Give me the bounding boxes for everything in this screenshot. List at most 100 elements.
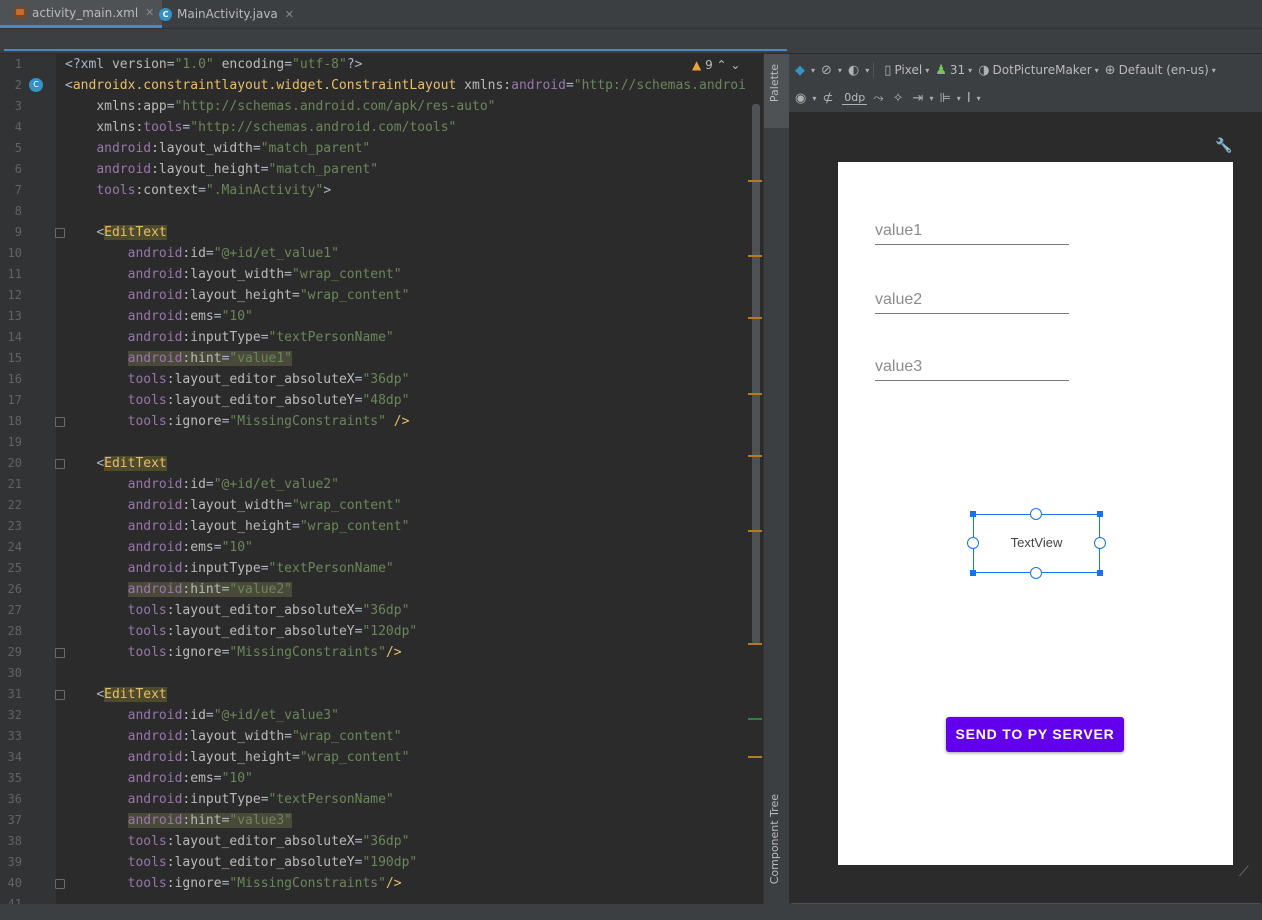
textview-selected[interactable]: TextView — [967, 508, 1106, 579]
code-line[interactable]: 12 android:layout_height="wrap_content" — [0, 285, 760, 306]
code-line[interactable]: 32 android:id="@+id/et_value3" — [0, 705, 760, 726]
code-line[interactable]: 10 android:id="@+id/et_value1" — [0, 243, 760, 264]
resize-handle[interactable] — [970, 511, 976, 517]
resize-handle[interactable] — [1097, 570, 1103, 576]
clear-constraints-button[interactable]: ⤳ — [873, 91, 886, 106]
vertical-scrollbar[interactable] — [752, 104, 760, 644]
tab-activity-main-xml[interactable]: activity_main.xml ✕ — [0, 0, 163, 28]
view-options-button[interactable]: ◉ ▾ — [795, 91, 816, 106]
constraint-anchor-left[interactable] — [967, 537, 979, 549]
code-line[interactable]: 3 xmlns:app="http://schemas.android.com/… — [0, 96, 760, 117]
status-bar — [0, 904, 1262, 920]
code-line[interactable]: 22 android:layout_width="wrap_content" — [0, 495, 760, 516]
code-line[interactable]: 36 android:inputType="textPersonName" — [0, 789, 760, 810]
code-line[interactable]: 30 — [0, 663, 760, 684]
code-line[interactable]: 5 android:layout_width="match_parent" — [0, 138, 760, 159]
code-line[interactable]: 6 android:layout_height="match_parent" — [0, 159, 760, 180]
code-line[interactable]: 8 — [0, 201, 760, 222]
code-editor[interactable]: 1 <?xml version="1.0" encoding="utf-8"?> 2… — [0, 54, 763, 913]
api-selector[interactable]: ♟ 31 ▾ — [935, 63, 972, 78]
code-line[interactable]: 39 tools:layout_editor_absoluteY="190dp" — [0, 852, 760, 873]
code-line[interactable]: 37 android:hint="value3" — [0, 810, 760, 831]
resize-handle[interactable] — [970, 570, 976, 576]
edittext-value3[interactable]: value3 — [875, 352, 1069, 381]
constraint-anchor-right[interactable] — [1094, 537, 1106, 549]
send-to-py-server-button[interactable]: SEND TO PY SERVER — [946, 717, 1124, 752]
warning-marker[interactable] — [748, 756, 762, 758]
warning-marker[interactable] — [748, 180, 762, 182]
fold-icon[interactable] — [55, 879, 65, 889]
warning-marker[interactable] — [748, 530, 762, 532]
code-line[interactable]: 31 <EditText — [0, 684, 760, 705]
resize-handle[interactable] — [1097, 511, 1103, 517]
edittext-value1[interactable]: value1 — [875, 216, 1069, 245]
warning-marker[interactable] — [748, 317, 762, 319]
class-context-icon[interactable]: C — [29, 78, 43, 92]
orientation-button[interactable]: ⊘ ▾ — [821, 63, 842, 78]
design-surface-button[interactable]: ◆ ▾ — [795, 63, 815, 78]
code-line[interactable]: 2 <androidx.constraintlayout.widget.Const… — [0, 75, 760, 96]
tab-main-activity-java[interactable]: C MainActivity.java ✕ — [145, 0, 302, 28]
change-marker[interactable] — [748, 718, 762, 720]
code-line[interactable]: 16 tools:layout_editor_absoluteX="36dp" — [0, 369, 760, 390]
fold-icon[interactable] — [55, 648, 65, 658]
warning-marker[interactable] — [748, 643, 762, 645]
device-preview[interactable]: value1 value2 value3 TextView SEND TO PY… — [838, 162, 1233, 865]
code-line[interactable]: 38 tools:layout_editor_absoluteX="36dp" — [0, 831, 760, 852]
fold-icon[interactable] — [55, 690, 65, 700]
default-margin-button[interactable]: 0dp — [842, 91, 868, 105]
code-line[interactable]: 40 tools:ignore="MissingConstraints"/> — [0, 873, 760, 894]
code-line[interactable]: 1 <?xml version="1.0" encoding="utf-8"?> — [0, 54, 760, 75]
component-tree-tab[interactable]: Component Tree — [764, 794, 789, 904]
constraint-anchor-top[interactable] — [1030, 508, 1042, 520]
code-line[interactable]: 25 android:inputType="textPersonName" — [0, 558, 760, 579]
wrench-icon[interactable]: 🔧 — [1215, 138, 1232, 154]
resize-corner-icon[interactable]: ⟋ — [1239, 864, 1249, 880]
chevron-down-icon[interactable]: ⌄ — [730, 58, 740, 72]
fold-icon[interactable] — [55, 459, 65, 469]
device-selector[interactable]: ▯ Pixel ▾ — [884, 63, 929, 78]
code-line[interactable]: 7 tools:context=".MainActivity"> — [0, 180, 760, 201]
guidelines-button[interactable]: I ▾ — [967, 91, 981, 106]
close-icon[interactable]: ✕ — [285, 8, 294, 21]
code-line[interactable]: 18 tools:ignore="MissingConstraints" /> — [0, 411, 760, 432]
code-line[interactable]: 23 android:layout_height="wrap_content" — [0, 516, 760, 537]
fold-icon[interactable] — [55, 417, 65, 427]
warning-marker[interactable] — [748, 255, 762, 257]
constraint-anchor-bottom[interactable] — [1030, 567, 1042, 579]
code-line[interactable]: 21 android:id="@+id/et_value2" — [0, 474, 760, 495]
code-line[interactable]: 24 android:ems="10" — [0, 537, 760, 558]
align-button[interactable]: ⊫ ▾ — [939, 91, 960, 106]
code-line[interactable]: 9 <EditText — [0, 222, 760, 243]
code-line[interactable]: 4 xmlns:tools="http://schemas.android.co… — [0, 117, 760, 138]
palette-tab[interactable]: Palette — [764, 54, 789, 128]
code-line[interactable]: 34 android:layout_height="wrap_content" — [0, 747, 760, 768]
code-line[interactable]: 17 tools:layout_editor_absoluteY="48dp" — [0, 390, 760, 411]
code-line[interactable]: 33 android:layout_width="wrap_content" — [0, 726, 760, 747]
night-mode-button[interactable]: ◐ ▾ — [848, 63, 869, 78]
code-line[interactable]: 28 tools:layout_editor_absoluteY="120dp" — [0, 621, 760, 642]
edittext-value2[interactable]: value2 — [875, 285, 1069, 314]
code-line[interactable]: 14 android:inputType="textPersonName" — [0, 327, 760, 348]
fold-icon[interactable] — [55, 228, 65, 238]
code-line[interactable]: 13 android:ems="10" — [0, 306, 760, 327]
pack-button[interactable]: ⇥ ▾ — [913, 91, 934, 106]
warning-marker[interactable] — [748, 455, 762, 457]
code-text: xmlns:tools="http://schemas.android.com/… — [96, 120, 457, 135]
code-line[interactable]: 11 android:layout_width="wrap_content" — [0, 264, 760, 285]
code-line[interactable]: 15 android:hint="value1" — [0, 348, 760, 369]
autoconnect-button[interactable]: ⊄ — [822, 91, 836, 106]
code-line[interactable]: 19 — [0, 432, 760, 453]
locale-selector[interactable]: ⊕ Default (en-us) ▾ — [1105, 63, 1216, 78]
code-line[interactable]: 35 android:ems="10" — [0, 768, 760, 789]
warning-marker[interactable] — [748, 393, 762, 395]
code-line[interactable]: 26 android:hint="value2" — [0, 579, 760, 600]
code-line[interactable]: 20 <EditText — [0, 453, 760, 474]
code-line[interactable]: 29 tools:ignore="MissingConstraints"/> — [0, 642, 760, 663]
inspection-widget[interactable]: ▲ 9 ⌃ ⌄ — [692, 58, 740, 72]
theme-selector[interactable]: ◑ DotPictureMaker ▾ — [978, 63, 1098, 78]
chevron-up-icon[interactable]: ⌃ — [717, 58, 727, 72]
infer-constraints-button[interactable]: ✧ — [893, 91, 907, 106]
code-line[interactable]: 27 tools:layout_editor_absoluteX="36dp" — [0, 600, 760, 621]
design-canvas[interactable]: 🔧 value1 value2 value3 TextView SEND TO … — [789, 112, 1262, 904]
